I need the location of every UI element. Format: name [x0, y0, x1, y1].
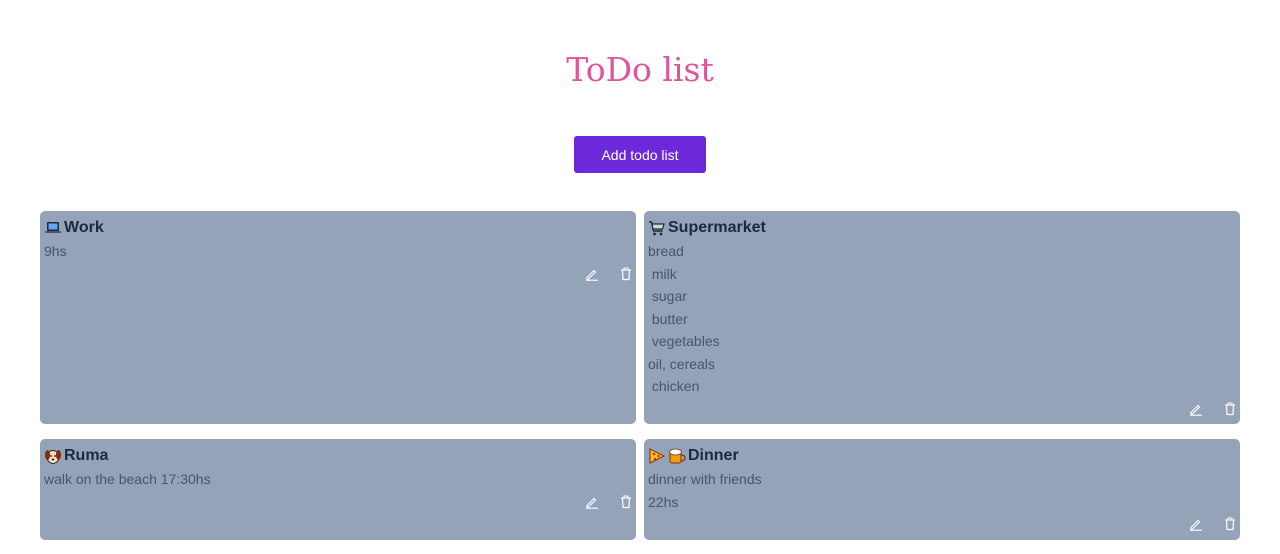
card-line: dinner with friends [648, 471, 762, 487]
trash-icon[interactable] [619, 495, 633, 509]
card-line: 22hs [648, 493, 679, 510]
card-title: Supermarket [668, 219, 766, 236]
trash-icon[interactable] [1223, 402, 1237, 416]
card-title: Ruma [64, 447, 109, 464]
card-line: milk [648, 265, 677, 282]
card-line: butter [648, 310, 688, 327]
laptop-icon [44, 219, 62, 237]
card-header: Supermarket [648, 218, 1240, 238]
card-line: oil, cereals [648, 355, 715, 372]
page-title: ToDo list [566, 50, 714, 89]
card-body: 9hs [44, 240, 636, 263]
card-title: Dinner [688, 447, 739, 464]
add-todo-list-button[interactable]: Add todo list [574, 136, 706, 173]
card-actions [585, 495, 633, 509]
card-header: Ruma [44, 446, 636, 466]
edit-icon[interactable] [1189, 517, 1203, 531]
card-line: 9hs [44, 243, 67, 259]
card-line: sugar [648, 288, 687, 304]
card-header: Work [44, 218, 636, 238]
beer-icon [668, 447, 686, 465]
todo-card-dinner: Dinner dinner with friends 22hs [644, 439, 1240, 540]
todo-card-work: Work 9hs [40, 211, 636, 424]
card-body: walk on the beach 17:30hs [44, 468, 636, 491]
shopping-cart-icon [648, 219, 666, 237]
todo-card-ruma: Ruma walk on the beach 17:30hs [40, 439, 636, 540]
card-actions [585, 267, 633, 281]
card-title: Work [64, 219, 104, 236]
card-body: dinner with friends 22hs [648, 468, 1240, 513]
edit-icon[interactable] [585, 495, 599, 509]
trash-icon[interactable] [619, 267, 633, 281]
pizza-icon [648, 447, 666, 465]
card-line: bread [648, 243, 684, 259]
edit-icon[interactable] [585, 267, 599, 281]
dog-icon [44, 447, 62, 465]
card-line: vegetables [648, 333, 720, 349]
todo-card-supermarket: Supermarket bread milk sugar butter vege… [644, 211, 1240, 424]
card-line: chicken [648, 378, 700, 394]
card-actions [1189, 517, 1237, 531]
card-header: Dinner [648, 446, 1240, 466]
trash-icon[interactable] [1223, 517, 1237, 531]
card-line: walk on the beach 17:30hs [44, 471, 211, 487]
card-body: bread milk sugar butter vegetables oil, … [648, 240, 1240, 398]
edit-icon[interactable] [1189, 402, 1203, 416]
card-actions [1189, 402, 1237, 416]
